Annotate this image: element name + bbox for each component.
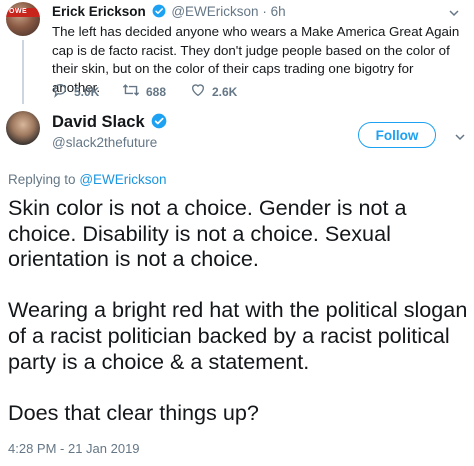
parent-tweet-text: The left has decided anyone who wears a …: [52, 24, 460, 95]
parent-tweet-header: Erick Erickson @EWErickson · 6h: [52, 4, 286, 21]
reply-count: 5.0K: [74, 84, 100, 99]
follow-button[interactable]: Follow: [358, 122, 436, 148]
tweet-paragraph: Does that clear things up?: [8, 399, 259, 425]
main-tweet-text: Skin color is not a choice. Gender is no…: [8, 195, 470, 425]
replying-prefix: Replying to: [8, 172, 76, 187]
tweet-timestamp[interactable]: 4:28 PM - 21 Jan 2019: [8, 441, 140, 456]
parent-time[interactable]: 6h: [271, 4, 286, 19]
main-handle[interactable]: @slack2thefuture: [52, 135, 157, 150]
main-display-name[interactable]: David Slack: [52, 113, 145, 131]
parent-display-name[interactable]: Erick Erickson: [52, 4, 146, 19]
heart-icon: [190, 82, 206, 101]
tweet-paragraph: Skin color is not a choice. Gender is no…: [8, 195, 407, 272]
reply-icon: [52, 82, 68, 101]
replying-to-link[interactable]: @EWErickson: [79, 172, 166, 187]
retweet-button[interactable]: 688: [122, 82, 166, 101]
verified-badge-icon: [151, 113, 167, 134]
chevron-down-icon[interactable]: [454, 130, 466, 148]
chevron-down-icon[interactable]: [448, 6, 460, 24]
header-separator: ·: [262, 4, 267, 19]
retweet-icon: [122, 82, 140, 101]
like-count: 2.6K: [212, 84, 238, 99]
main-tweet-header: David Slack: [52, 113, 169, 134]
parent-handle[interactable]: @EWErickson: [171, 4, 258, 19]
avatar-banner-text: OWE: [9, 8, 28, 15]
reply-button[interactable]: 5.0K: [52, 82, 99, 101]
like-button[interactable]: 2.6K: [190, 82, 237, 101]
tweet-paragraph: Wearing a bright red hat with the politi…: [8, 297, 468, 374]
replying-to: Replying to @EWErickson: [8, 172, 167, 187]
thread-connector-line: [22, 40, 24, 104]
parent-avatar[interactable]: OWE: [6, 2, 40, 36]
parent-tweet[interactable]: OWE Erick Erickson @EWErickson · 6h The …: [0, 0, 474, 105]
retweet-count: 688: [146, 84, 167, 99]
verified-badge-icon: [152, 4, 166, 21]
main-avatar[interactable]: [6, 111, 40, 145]
